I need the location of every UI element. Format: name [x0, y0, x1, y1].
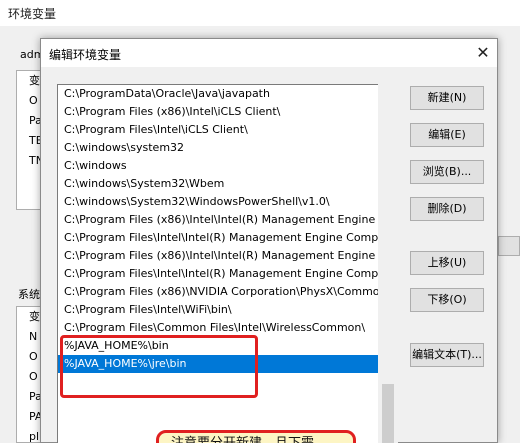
path-row[interactable]: C:\ProgramData\Oracle\Java\javapath	[58, 85, 397, 103]
dialog-title: 编辑环境变量	[49, 48, 122, 62]
path-row[interactable]: C:\Program Files (x86)\Intel\iCLS Client…	[58, 103, 397, 121]
path-row[interactable]: C:\windows\System32\Wbem	[58, 175, 397, 193]
callout-note: 注意要分开新建，且下需	[156, 430, 356, 443]
path-row[interactable]: C:\Program Files (x86)\NVIDIA Corporatio…	[58, 283, 397, 301]
outer-window-title: 环境变量	[8, 7, 57, 21]
path-row[interactable]: C:\Program Files\Common Files\Intel\Wire…	[58, 319, 397, 337]
path-row[interactable]: C:\Program Files\Intel\Intel(R) Manageme…	[58, 229, 397, 247]
path-row-selected[interactable]: %JAVA_HOME%\jre\bin	[58, 355, 397, 373]
path-row[interactable]: C:\Program Files (x86)\Intel\Intel(R) Ma…	[58, 247, 397, 265]
browse-button[interactable]: 浏览(B)...	[410, 160, 484, 184]
path-row[interactable]: C:\windows\System32\WindowsPowerShell\v1…	[58, 193, 397, 211]
path-row[interactable]: C:\Program Files\Intel\Intel(R) Manageme…	[58, 265, 397, 283]
edit-environment-variable-dialog: 编辑环境变量 ✕ C:\ProgramData\Oracle\Java\java…	[40, 38, 498, 443]
path-row[interactable]: C:\windows	[58, 157, 397, 175]
edit-button[interactable]: 编辑(E)	[410, 123, 484, 147]
scrollbar-thumb[interactable]	[382, 384, 394, 443]
path-list[interactable]: C:\ProgramData\Oracle\Java\javapath C:\Pr…	[57, 84, 398, 443]
move-down-button[interactable]: 下移(O)	[410, 288, 484, 312]
path-row[interactable]: C:\Program Files\Intel\WiFi\bin\	[58, 301, 397, 319]
path-row[interactable]: C:\windows\system32	[58, 139, 397, 157]
dialog-titlebar: 编辑环境变量 ✕	[41, 39, 497, 67]
close-icon[interactable]: ✕	[471, 43, 495, 63]
edit-text-button[interactable]: 编辑文本(T)...	[410, 343, 484, 367]
path-row[interactable]: C:\Program Files\Intel\iCLS Client\	[58, 121, 397, 139]
path-row[interactable]: C:\Program Files (x86)\Intel\Intel(R) Ma…	[58, 211, 397, 229]
path-list-scrollbar[interactable]	[378, 84, 398, 443]
delete-button[interactable]: 删除(D)	[410, 197, 484, 221]
new-button[interactable]: 新建(N)	[410, 86, 484, 110]
path-row[interactable]: %JAVA_HOME%\bin	[58, 337, 397, 355]
outer-button-fragment[interactable]	[498, 236, 520, 256]
system-variables-label: 系统	[18, 288, 40, 301]
move-up-button[interactable]: 上移(U)	[410, 251, 484, 275]
outer-titlebar: 环境变量	[0, 0, 520, 26]
